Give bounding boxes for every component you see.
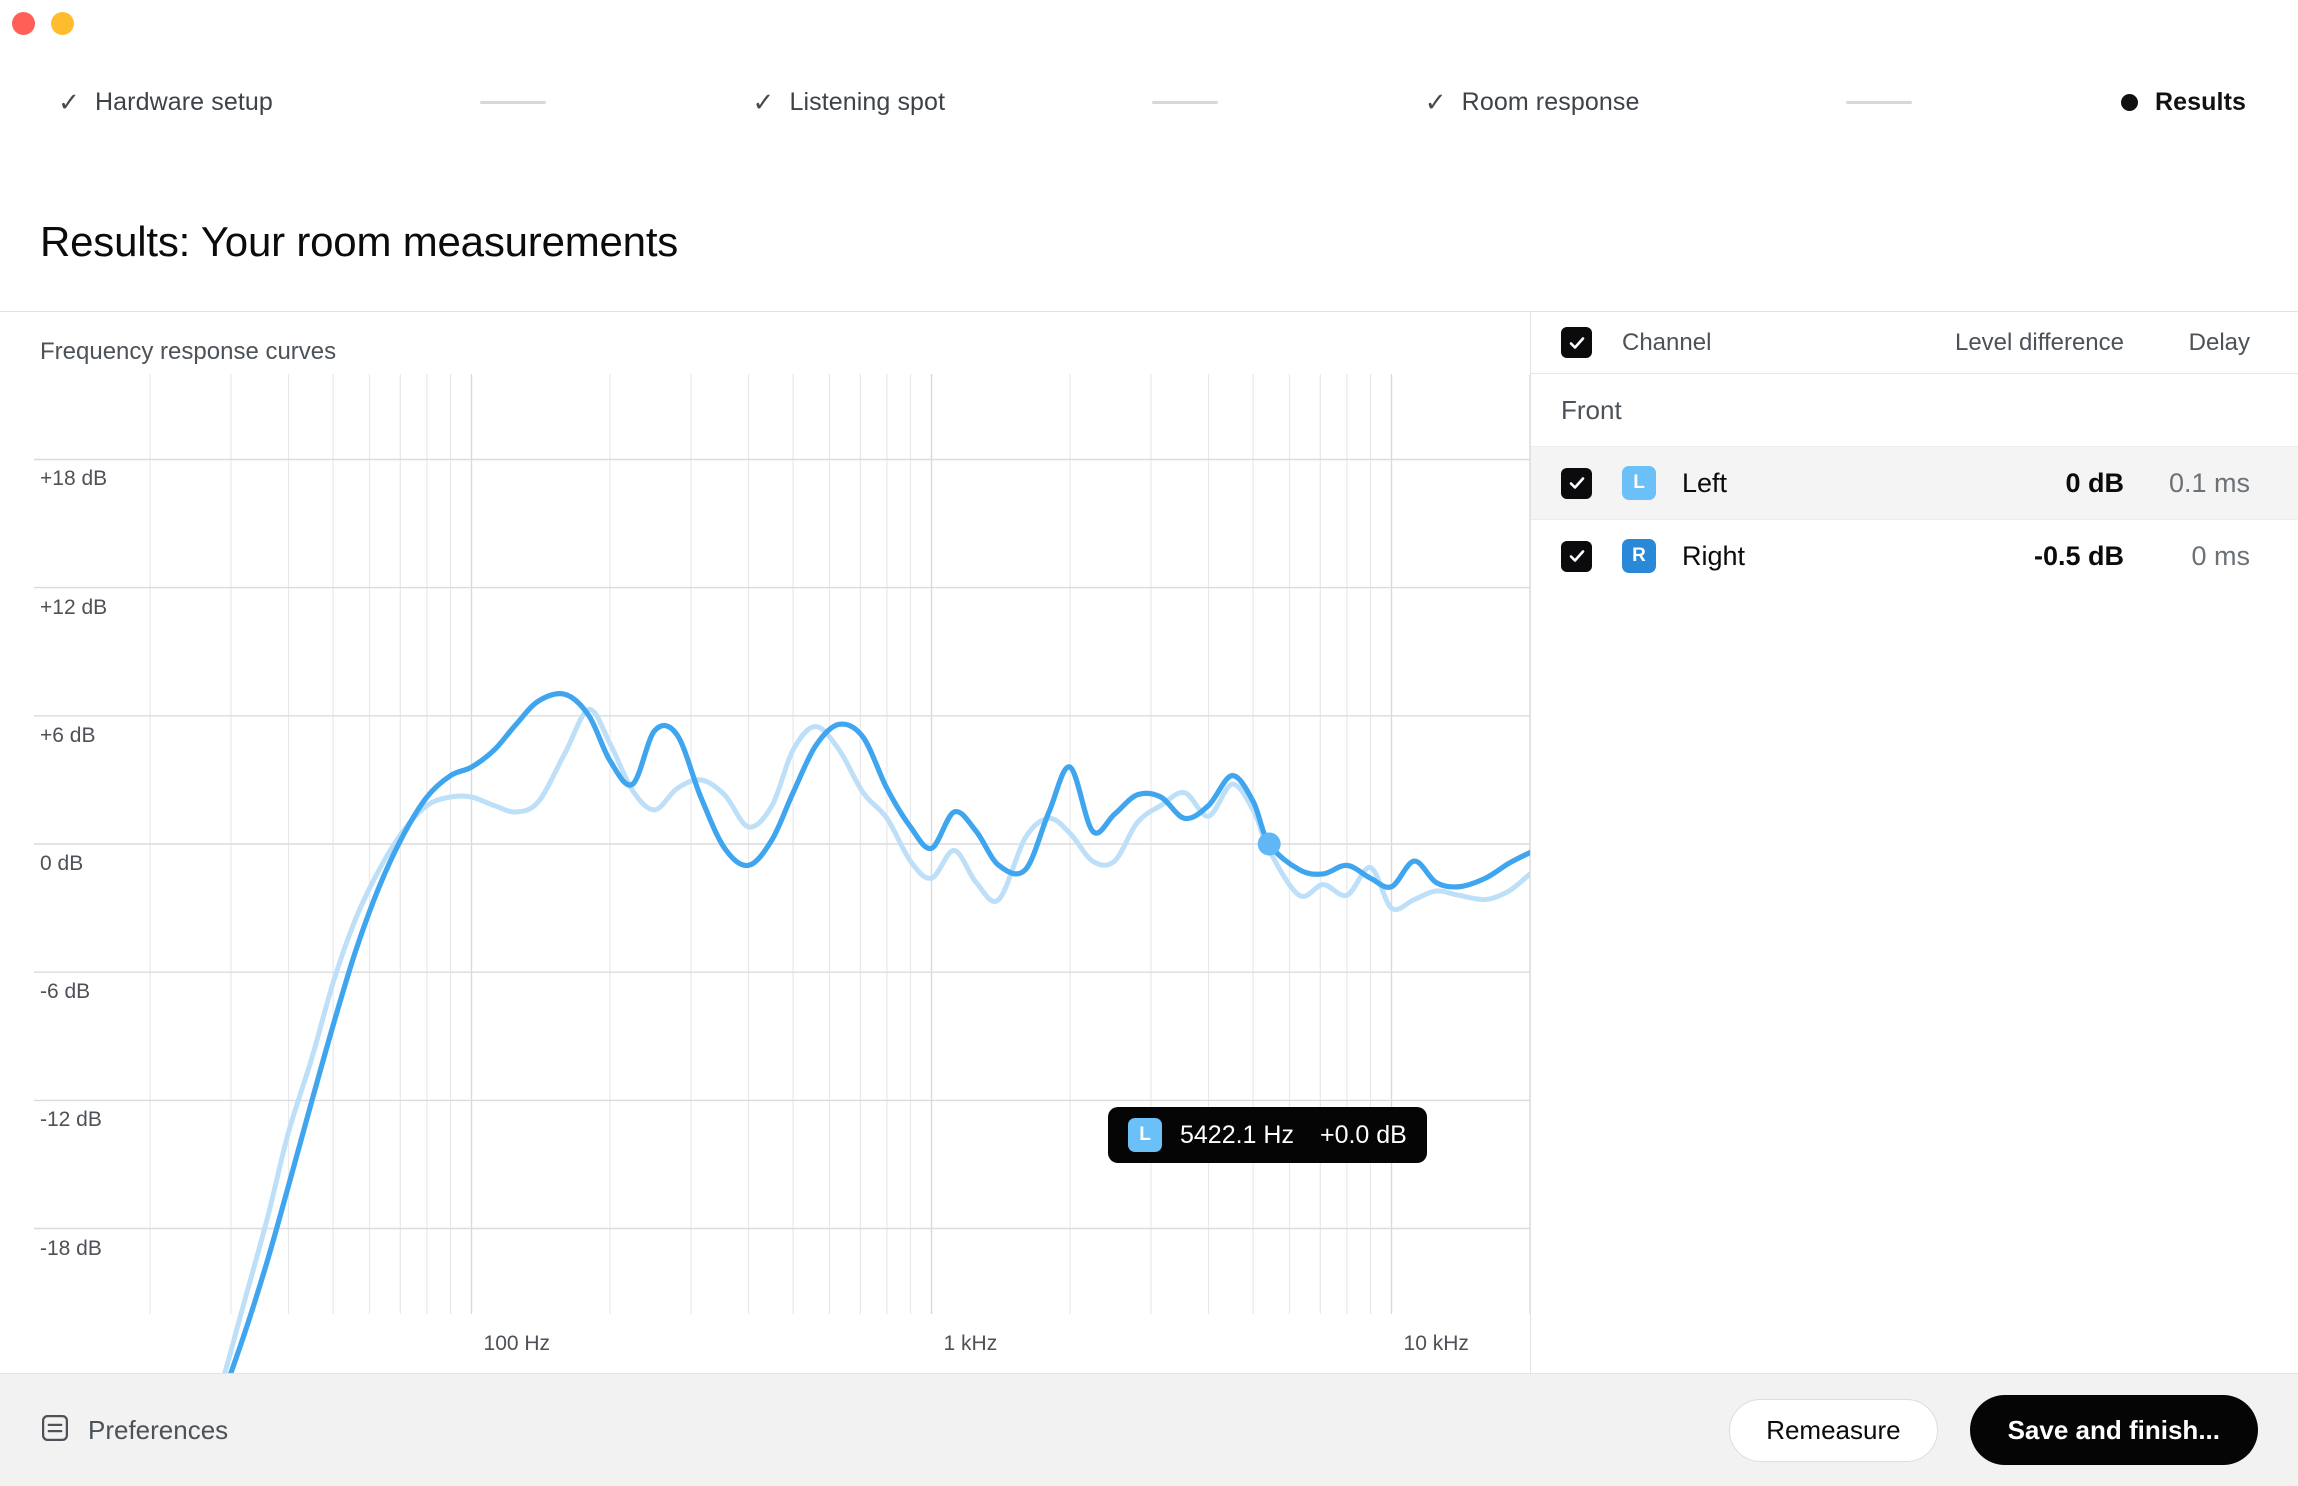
channel-name: Left <box>1682 467 1728 498</box>
channel-group-label: Front <box>1561 394 1622 425</box>
chart-tooltip: L 5422.1 Hz +0.0 dB <box>1108 1107 1427 1163</box>
channel-level-difference: 0 dB <box>2065 467 2124 498</box>
channel-badge-icon: L <box>1128 1118 1162 1152</box>
x-axis-tick-label: 1 kHz <box>943 1332 998 1355</box>
y-axis-tick-label: +18 dB <box>40 467 108 491</box>
table-row[interactable]: R Right -0.5 dB 0 ms <box>1531 519 2298 592</box>
y-axis-tick-label: 0 dB <box>40 852 84 875</box>
check-icon: ✓ <box>1424 87 1447 117</box>
page-title: Results: Your room measurements <box>40 218 679 265</box>
minimize-button[interactable] <box>51 12 74 35</box>
tooltip-frequency: 5422.1 Hz <box>1180 1120 1294 1149</box>
row-checkbox[interactable] <box>1561 467 1592 499</box>
column-header-channel: Channel <box>1622 328 1712 356</box>
channels-header-row: Channel Level difference Delay <box>1531 312 2298 374</box>
step-label: Hardware setup <box>95 87 273 116</box>
table-row[interactable]: L Left 0 dB 0.1 ms <box>1531 446 2298 519</box>
x-axis-tick-label: 10 kHz <box>1403 1332 1469 1355</box>
channel-delay: 0 ms <box>2191 540 2250 571</box>
preferences-button[interactable]: Preferences <box>40 1413 228 1448</box>
column-header-delay: Delay <box>2188 328 2250 356</box>
step-connector <box>1639 100 2119 104</box>
chart-svg <box>34 374 1530 1374</box>
footer-toolbar: Preferences Remeasure Save and finish... <box>0 1373 2298 1486</box>
check-icon: ✓ <box>752 87 775 117</box>
step-connector <box>945 100 1425 104</box>
check-icon: ✓ <box>58 87 80 117</box>
column-header-level-difference: Level difference <box>1954 328 2124 356</box>
channel-level-difference: -0.5 dB <box>2033 540 2124 571</box>
channels-panel: Channel Level difference Delay Front L L… <box>1530 312 2298 1374</box>
save-and-finish-button[interactable]: Save and finish... <box>1969 1395 2258 1465</box>
chart-pane: Frequency response curves +18 dB +12 dB +6… <box>0 312 1530 1374</box>
select-all-checkbox[interactable] <box>1561 327 1592 358</box>
step-label: Room response <box>1461 87 1640 116</box>
channel-name: Right <box>1682 540 1746 571</box>
app-window: ✓ Hardware setup ✓ Listening spot ✓ Room… <box>0 0 2298 1486</box>
window-controls <box>12 12 74 35</box>
list-box-icon <box>40 1413 70 1448</box>
x-axis-tick-label: 100 Hz <box>483 1332 551 1355</box>
step-hardware-setup[interactable]: ✓ Hardware setup <box>58 88 273 117</box>
close-button[interactable] <box>12 12 35 35</box>
remeasure-button[interactable]: Remeasure <box>1729 1398 1938 1462</box>
main-content: Frequency response curves +18 dB +12 dB +6… <box>0 311 2298 1374</box>
step-connector <box>273 100 753 104</box>
y-axis-tick-label: -18 dB <box>40 1236 102 1260</box>
step-room-response[interactable]: ✓ Room response <box>1425 88 1640 117</box>
frequency-response-chart[interactable]: +18 dB +12 dB +6 dB 0 dB -6 dB -12 dB -18 dB 10… <box>0 374 1530 1374</box>
chart-title: Frequency response curves <box>40 338 337 365</box>
filled-dot-icon <box>2121 93 2138 111</box>
step-listening-spot[interactable]: ✓ Listening spot <box>752 88 945 117</box>
y-axis-tick-label: -12 dB <box>40 1108 102 1132</box>
row-checkbox[interactable] <box>1561 540 1592 572</box>
channel-delay: 0.1 ms <box>2168 467 2250 498</box>
wizard-stepper: ✓ Hardware setup ✓ Listening spot ✓ Room… <box>0 82 2298 122</box>
step-label: Listening spot <box>789 87 946 116</box>
step-label: Results <box>2155 87 2247 116</box>
channel-badge-icon: L <box>1622 466 1656 500</box>
y-axis-tick-label: -6 dB <box>40 980 91 1004</box>
tooltip-level: +0.0 dB <box>1319 1120 1407 1149</box>
channel-badge-icon: R <box>1622 539 1656 573</box>
preferences-label: Preferences <box>88 1414 229 1445</box>
step-results[interactable]: Results <box>2119 88 2246 117</box>
y-axis-tick-label: +6 dB <box>40 723 96 747</box>
y-axis-tick-label: +12 dB <box>40 595 108 619</box>
